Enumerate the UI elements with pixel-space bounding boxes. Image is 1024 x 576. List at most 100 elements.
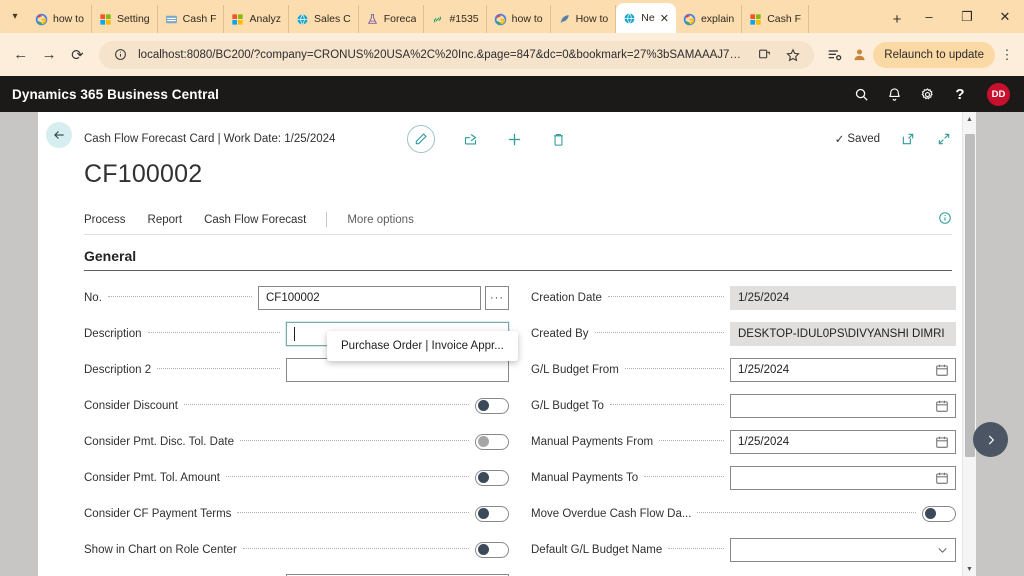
readonly-value: DESKTOP-IDUL0PS\DIVYANSHI DIMRI <box>730 322 956 346</box>
window-maximize-button[interactable]: ❐ <box>948 0 986 33</box>
question-icon[interactable]: ? <box>951 85 969 103</box>
field-control: 1/25/2024 <box>730 430 956 454</box>
tab-process[interactable]: Process <box>84 214 137 226</box>
calendar-icon[interactable] <box>935 399 949 413</box>
lookup-ellipsis-button[interactable]: ··· <box>485 286 509 310</box>
toggle-switch[interactable] <box>922 506 956 522</box>
install-app-icon[interactable] <box>753 44 775 66</box>
back-arrow-icon[interactable] <box>46 122 72 148</box>
label-leader-dots <box>107 295 252 297</box>
browser-tab[interactable]: how to <box>487 5 551 33</box>
dropdown-select[interactable] <box>730 538 956 562</box>
field-control <box>922 506 956 522</box>
google-icon <box>683 13 696 25</box>
browser-tab[interactable]: Ne ✕ <box>616 3 676 33</box>
browser-tab-label: how to <box>53 13 84 25</box>
card-header-row: Cash Flow Forecast Card | Work Date: 1/2… <box>84 125 952 153</box>
toggle-switch[interactable] <box>475 542 509 558</box>
field-label: Consider Pmt. Disc. Tol. Date <box>84 436 234 448</box>
toggle-switch[interactable] <box>475 398 509 414</box>
form-column-right: Creation Date 1/25/2024 Created By DESKTOP-… <box>531 283 956 576</box>
back-button[interactable]: ← <box>8 41 33 69</box>
label-leader-dots <box>183 403 469 405</box>
form-row: Move Overdue Cash Flow Da... <box>531 499 956 529</box>
profile-icon[interactable] <box>848 44 870 66</box>
open-new-window-icon[interactable] <box>900 131 916 147</box>
form-row: Consider Pmt. Tol. Amount <box>84 463 509 493</box>
star-icon[interactable] <box>782 44 804 66</box>
form-row: Default G/L Budget Name <box>531 535 956 565</box>
browser-tab[interactable]: Setting <box>92 5 158 33</box>
date-input[interactable] <box>730 394 956 418</box>
tab-cash-flow-forecast[interactable]: Cash Flow Forecast <box>193 214 317 226</box>
date-input[interactable]: 1/25/2024 <box>730 358 956 382</box>
gear-icon[interactable] <box>918 85 936 103</box>
address-bar[interactable]: localhost:8080/BC200/?company=CRONUS%20U… <box>99 40 815 69</box>
browser-tab-list: how to Setting Cash F Analyz Sales C Foreca #1… <box>28 0 884 33</box>
relaunch-to-update-button[interactable]: Relaunch to update <box>873 41 996 68</box>
browser-tab[interactable]: Cash F <box>158 5 225 33</box>
browser-tab[interactable]: Analyz <box>224 5 289 33</box>
browser-tab[interactable]: Cash F <box>742 5 810 33</box>
field-label: Move Overdue Cash Flow Da... <box>531 508 692 520</box>
reload-button[interactable]: ⟳ <box>65 41 90 69</box>
status-badge: ✓ Saved <box>835 132 880 146</box>
text-input[interactable] <box>286 358 509 382</box>
toggle-knob <box>478 544 489 556</box>
browser-tab[interactable]: explain <box>676 5 743 33</box>
share-icon[interactable] <box>461 130 479 148</box>
scrollbar-thumb[interactable] <box>965 134 975 457</box>
label-leader-dots <box>147 331 280 333</box>
toggle-switch[interactable] <box>475 434 509 450</box>
info-icon[interactable] <box>938 211 952 228</box>
date-input[interactable] <box>730 466 956 490</box>
tab-close-icon[interactable]: ✕ <box>660 12 669 25</box>
browser-tab[interactable]: how to <box>28 5 92 33</box>
search-icon[interactable] <box>852 85 870 103</box>
toggle-switch[interactable] <box>475 506 509 522</box>
collections-icon[interactable] <box>823 44 845 66</box>
kebab-menu-icon[interactable]: ⋮ <box>998 41 1016 69</box>
calendar-icon[interactable] <box>935 471 949 485</box>
field-control <box>730 394 956 418</box>
ribbon-divider <box>326 212 328 227</box>
edit-pencil-icon[interactable] <box>407 125 436 153</box>
google-icon <box>494 13 506 25</box>
bc-page-surface: Cash Flow Forecast Card | Work Date: 1/2… <box>38 112 976 576</box>
date-input[interactable]: 1/25/2024 <box>730 430 956 454</box>
field-label: G/L Budget To <box>531 400 604 412</box>
chevron-down-icon[interactable] <box>936 544 949 557</box>
browser-tab[interactable]: How to <box>551 5 617 33</box>
field-control <box>286 358 509 382</box>
window-close-button[interactable]: ✕ <box>986 0 1024 33</box>
more-options-button[interactable]: More options <box>336 214 424 226</box>
toggle-switch[interactable] <box>475 470 509 486</box>
browser-tab[interactable]: #1535 <box>424 5 487 33</box>
scrollbar-track[interactable] <box>963 126 976 562</box>
new-plus-icon[interactable] <box>505 130 523 148</box>
calendar-icon[interactable] <box>935 363 949 377</box>
calendar-icon[interactable] <box>935 435 949 449</box>
label-leader-dots <box>697 511 916 513</box>
page-scrollbar[interactable]: ▲ ▼ <box>962 112 976 576</box>
browser-tab[interactable]: Sales C <box>289 5 359 33</box>
avatar[interactable]: DD <box>987 82 1010 106</box>
bc-body: Cash Flow Forecast Card | Work Date: 1/2… <box>0 112 1024 576</box>
delete-trash-icon[interactable] <box>549 130 567 148</box>
tab-search-chevron-down-icon[interactable]: ▾ <box>2 0 28 33</box>
new-tab-button[interactable]: + <box>884 5 910 33</box>
collapse-icon[interactable] <box>936 131 952 147</box>
browser-tab[interactable]: Foreca <box>359 5 425 33</box>
next-record-button[interactable] <box>973 422 1008 457</box>
bell-icon[interactable] <box>885 85 903 103</box>
scrollbar-down-arrow-icon[interactable]: ▼ <box>966 562 973 576</box>
browser-tab-label: Analyz <box>249 13 281 25</box>
forward-button[interactable]: → <box>36 41 61 69</box>
window-minimize-button[interactable]: – <box>910 0 948 33</box>
info-circle-icon[interactable] <box>109 44 131 66</box>
browser-tab-label: Ne <box>641 12 655 24</box>
text-input[interactable]: CF100002 <box>258 286 481 310</box>
tab-report[interactable]: Report <box>137 214 194 226</box>
globe-icon <box>624 12 635 24</box>
scrollbar-up-arrow-icon[interactable]: ▲ <box>966 112 973 126</box>
